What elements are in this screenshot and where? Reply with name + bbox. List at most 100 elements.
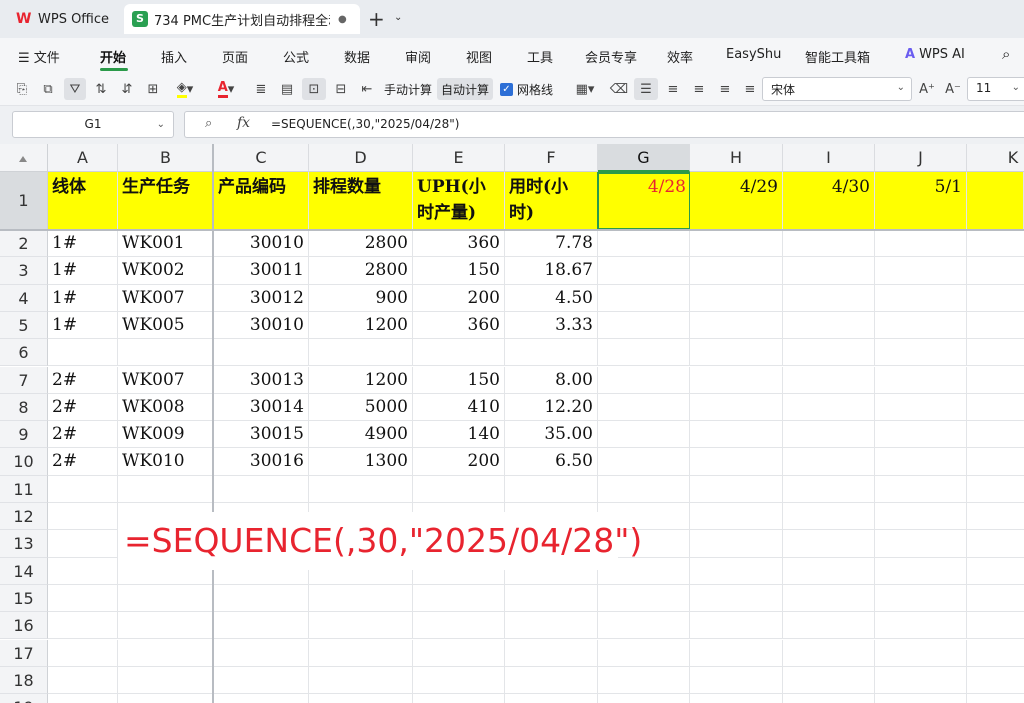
empty-cell[interactable] bbox=[413, 694, 505, 703]
empty-cell[interactable] bbox=[690, 530, 783, 558]
manual-calc-button[interactable]: 手动计算 bbox=[384, 78, 432, 100]
table-cell[interactable]: 7.78 bbox=[505, 230, 598, 258]
fx-icon[interactable]: fx bbox=[237, 115, 250, 131]
empty-cell[interactable] bbox=[690, 284, 783, 312]
empty-cell[interactable] bbox=[690, 393, 783, 422]
spreadsheet-grid[interactable]: 线体 生产任务 产品编码 排程数量 UPH(小时产量) 用时(小时) 4/28 … bbox=[0, 144, 1024, 703]
table-cell[interactable]: 30010 bbox=[214, 230, 309, 258]
empty-cell[interactable] bbox=[690, 557, 783, 585]
row-header-10[interactable]: 10 bbox=[0, 448, 48, 476]
empty-cell[interactable] bbox=[690, 666, 783, 695]
empty-cell[interactable] bbox=[875, 284, 967, 312]
empty-cell[interactable] bbox=[690, 421, 783, 449]
empty-cell[interactable] bbox=[783, 503, 875, 531]
row-header-15[interactable]: 15 bbox=[0, 584, 48, 613]
empty-cell[interactable] bbox=[118, 584, 214, 613]
empty-cell[interactable] bbox=[598, 230, 690, 258]
table-cell[interactable]: 1# bbox=[48, 257, 118, 285]
align-right-icon[interactable]: ≡ bbox=[714, 78, 736, 100]
empty-cell[interactable] bbox=[875, 230, 967, 258]
empty-cell[interactable] bbox=[690, 339, 783, 367]
tab-document[interactable]: S 734 PMC生产计划自动排程全动态 ● bbox=[124, 4, 360, 34]
menu-smart-toolbox[interactable]: 智能工具箱 bbox=[805, 47, 870, 66]
empty-cell[interactable] bbox=[783, 475, 875, 503]
table-cell[interactable]: 3.33 bbox=[505, 311, 598, 340]
empty-cell[interactable] bbox=[598, 339, 690, 367]
menu-home[interactable]: 开始 bbox=[100, 47, 126, 66]
menu-view[interactable]: 视图 bbox=[466, 47, 492, 66]
column-header-a[interactable]: A bbox=[48, 144, 118, 172]
empty-cell[interactable] bbox=[598, 284, 690, 312]
zoom-search-icon[interactable]: ⌕ bbox=[205, 116, 212, 131]
font-color-icon[interactable]: A ▾ bbox=[210, 78, 242, 100]
menu-insert[interactable]: 插入 bbox=[161, 47, 187, 66]
empty-cell[interactable] bbox=[690, 448, 783, 476]
table-cell[interactable]: 4.50 bbox=[505, 284, 598, 312]
format-painter-icon[interactable]: ⧉ bbox=[38, 78, 58, 100]
empty-cell[interactable] bbox=[413, 666, 505, 695]
sort-ascending-icon[interactable]: ⇅ bbox=[90, 78, 112, 100]
empty-cell[interactable] bbox=[783, 448, 875, 476]
auto-calc-button[interactable]: 自动计算 bbox=[437, 78, 494, 100]
empty-cell[interactable] bbox=[875, 612, 967, 640]
row-header-3[interactable]: 3 bbox=[0, 257, 48, 285]
empty-cell[interactable] bbox=[48, 475, 118, 503]
table-cell[interactable]: 150 bbox=[413, 366, 505, 394]
clear-format-icon[interactable]: ⌫ bbox=[608, 78, 630, 100]
table-cell[interactable]: WK005 bbox=[118, 311, 214, 340]
column-header-g[interactable]: G bbox=[598, 144, 690, 172]
row-header-7[interactable]: 7 bbox=[0, 366, 48, 394]
empty-cell[interactable] bbox=[783, 339, 875, 367]
table-cell[interactable]: 2# bbox=[48, 366, 118, 394]
empty-cell[interactable] bbox=[783, 257, 875, 285]
table-cell[interactable]: 2800 bbox=[309, 230, 413, 258]
filter-icon[interactable]: ⛛ bbox=[64, 78, 86, 100]
row-header-4[interactable]: 4 bbox=[0, 284, 48, 312]
empty-cell[interactable] bbox=[783, 311, 875, 340]
cell-j1[interactable]: 5/1 bbox=[875, 172, 967, 230]
paste-icon[interactable]: ⎘ bbox=[12, 78, 32, 100]
table-cell[interactable]: 30011 bbox=[214, 257, 309, 285]
fill-color-icon[interactable]: ◈ ▾ bbox=[170, 78, 200, 100]
menu-member[interactable]: 会员专享 bbox=[585, 47, 637, 66]
empty-cell[interactable] bbox=[875, 339, 967, 367]
table-cell[interactable]: 30013 bbox=[214, 366, 309, 394]
number-format-icon[interactable]: ▤ bbox=[276, 78, 298, 100]
column-header-f[interactable]: F bbox=[505, 144, 598, 172]
empty-cell[interactable] bbox=[783, 639, 875, 667]
table-cell[interactable]: 360 bbox=[413, 230, 505, 258]
empty-cell[interactable] bbox=[967, 367, 1024, 394]
table-cell[interactable] bbox=[505, 339, 598, 367]
empty-cell[interactable] bbox=[690, 475, 783, 503]
search-icon[interactable]: ⌕ bbox=[1002, 45, 1010, 63]
empty-cell[interactable] bbox=[875, 584, 967, 613]
recalc-icon[interactable]: ⇤ bbox=[356, 78, 378, 100]
empty-cell[interactable] bbox=[505, 666, 598, 695]
unsaved-dot-icon[interactable]: ● bbox=[338, 14, 347, 25]
table-cell[interactable] bbox=[118, 339, 214, 367]
menu-page[interactable]: 页面 bbox=[222, 47, 248, 66]
column-header-i[interactable]: I bbox=[783, 144, 875, 172]
empty-cell[interactable] bbox=[690, 503, 783, 531]
empty-cell[interactable] bbox=[598, 257, 690, 285]
table-cell[interactable]: 1200 bbox=[309, 311, 413, 340]
empty-cell[interactable] bbox=[598, 639, 690, 667]
empty-cell[interactable] bbox=[783, 584, 875, 613]
table-cell[interactable]: 12.20 bbox=[505, 393, 598, 422]
empty-cell[interactable] bbox=[875, 503, 967, 531]
empty-cell[interactable] bbox=[690, 230, 783, 258]
empty-cell[interactable] bbox=[214, 475, 309, 503]
tab-wps-office[interactable]: W WPS Office bbox=[8, 4, 120, 34]
font-size-select[interactable]: 11 ⌄ bbox=[967, 77, 1024, 101]
table-cell[interactable]: 30016 bbox=[214, 448, 309, 476]
empty-cell[interactable] bbox=[309, 694, 413, 703]
empty-cell[interactable] bbox=[875, 393, 967, 422]
name-box[interactable]: G1 ⌄ bbox=[12, 111, 174, 138]
empty-cell[interactable] bbox=[967, 694, 1024, 703]
table-cell[interactable]: 35.00 bbox=[505, 421, 598, 449]
table-cell[interactable]: 140 bbox=[413, 421, 505, 449]
cell-f1[interactable]: 用时(小时) bbox=[505, 172, 598, 230]
empty-cell[interactable] bbox=[967, 558, 1024, 585]
table-cell[interactable] bbox=[309, 339, 413, 367]
row-header-2[interactable]: 2 bbox=[0, 230, 48, 258]
